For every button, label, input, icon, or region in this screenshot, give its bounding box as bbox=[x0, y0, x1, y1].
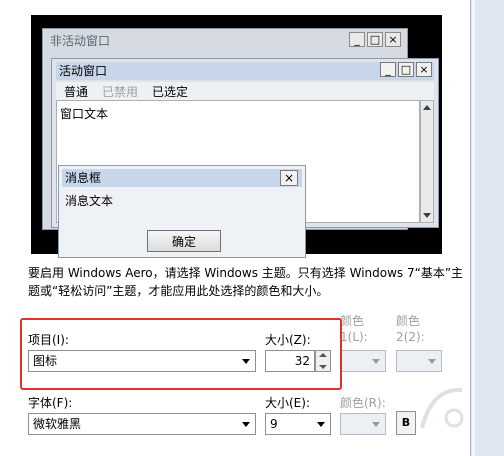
color1-select[interactable] bbox=[340, 350, 386, 372]
preview-menubar: 普通 已禁用 已选定 bbox=[56, 82, 434, 100]
inactive-caption-buttons: _ □ × bbox=[349, 32, 401, 48]
chevron-down-icon[interactable] bbox=[428, 359, 436, 364]
chevron-down-icon[interactable] bbox=[242, 422, 250, 427]
chevron-down-icon[interactable] bbox=[372, 422, 380, 427]
highlight-box bbox=[20, 318, 342, 390]
scroll-down-icon[interactable] bbox=[423, 213, 431, 218]
minimize-icon[interactable]: _ bbox=[380, 62, 396, 77]
close-icon[interactable]: × bbox=[385, 32, 401, 47]
window-text: 窗口文本 bbox=[60, 107, 109, 121]
aero-note: 要启用 Windows Aero，请选择 Windows 主题。只有选择 Win… bbox=[28, 266, 464, 298]
font-select[interactable]: 微软雅黑 bbox=[28, 413, 256, 435]
font-size-label: 大小(E): bbox=[265, 396, 310, 410]
vertical-scrollbar[interactable] bbox=[420, 100, 434, 223]
dialog-right-edge bbox=[470, 0, 504, 456]
message-text: 消息文本 bbox=[65, 194, 114, 208]
active-window-title: 活动窗口 bbox=[56, 62, 434, 80]
font-select-value: 微软雅黑 bbox=[33, 417, 82, 431]
chevron-down-icon[interactable] bbox=[317, 422, 325, 427]
font-label: 字体(F): bbox=[28, 396, 73, 410]
color2-label: 颜色 2(2): bbox=[396, 314, 425, 344]
menu-item-normal[interactable]: 普通 bbox=[62, 83, 90, 100]
maximize-icon[interactable]: □ bbox=[367, 32, 383, 47]
font-color-label: 颜色(R): bbox=[340, 396, 386, 410]
font-size-value: 9 bbox=[270, 417, 278, 431]
maximize-icon[interactable]: □ bbox=[398, 62, 414, 77]
menu-item-disabled[interactable]: 已禁用 bbox=[100, 83, 140, 100]
font-color-select[interactable] bbox=[340, 413, 386, 435]
close-icon[interactable]: × bbox=[416, 62, 432, 77]
close-icon[interactable]: × bbox=[280, 170, 298, 186]
chevron-down-icon[interactable] bbox=[372, 359, 380, 364]
menu-item-selected[interactable]: 已选定 bbox=[150, 83, 190, 100]
color2-select[interactable] bbox=[396, 350, 442, 372]
watermark-logo bbox=[420, 387, 464, 429]
message-box-title: 消息框 bbox=[62, 169, 302, 187]
dialog-right-edge-highlight bbox=[472, 0, 475, 456]
minimize-icon[interactable]: _ bbox=[349, 32, 365, 47]
message-box[interactable]: 消息框 × 消息文本 确定 bbox=[58, 165, 306, 258]
ok-button[interactable]: 确定 bbox=[147, 230, 221, 252]
font-size-select[interactable]: 9 bbox=[265, 413, 331, 435]
scroll-up-icon[interactable] bbox=[423, 105, 431, 110]
color1-label: 颜色 1(L): bbox=[340, 314, 368, 344]
active-caption-buttons: _ □ × bbox=[380, 62, 432, 78]
